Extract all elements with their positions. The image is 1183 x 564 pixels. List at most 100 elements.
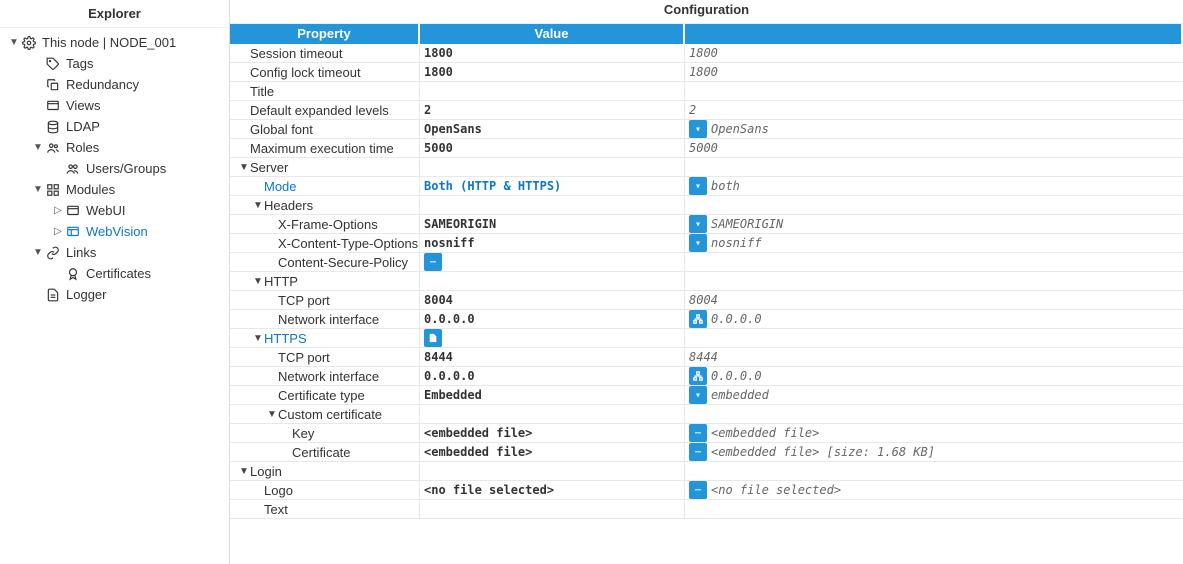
property-row[interactable]: Logo <no file selected> ⋯<no file select… [230,481,1183,500]
dropdown-icon[interactable]: ▾ [689,386,707,404]
copy-icon [44,78,62,92]
chevron-right-icon: ▷ [52,205,64,216]
property-row[interactable]: Certificate <embedded file> ⋯<embedded f… [230,443,1183,462]
property-default: 0.0.0.0 [711,369,762,383]
property-row[interactable]: X-Frame-Options SAMEORIGIN ▾ SAMEORIGIN [230,215,1183,234]
tree-item-webvision[interactable]: ▷ WebVision [0,221,229,242]
property-row[interactable]: TCP port 8444 8444 [230,348,1183,367]
chevron-down-icon: ▼ [32,142,44,153]
tree-item-label: Modules [66,182,115,197]
property-label: Mode [264,179,297,194]
property-row[interactable]: Session timeout 1800 1800 [230,44,1183,63]
dropdown-icon[interactable]: ▾ [689,215,707,233]
chevron-down-icon: ▼ [32,184,44,195]
network-icon[interactable] [689,310,707,328]
tree-item-logger[interactable]: Logger [0,284,229,305]
more-icon[interactable]: ⋯ [689,443,707,461]
property-row[interactable]: Text [230,500,1183,519]
dropdown-icon[interactable]: ▾ [689,120,707,138]
property-default: OpenSans [711,122,769,136]
property-label: Config lock timeout [250,65,361,80]
tree-item-label: Roles [66,140,99,155]
property-value[interactable]: <no file selected> [424,483,554,497]
property-label: Login [250,464,282,479]
more-icon[interactable]: ⋯ [689,481,707,499]
property-row[interactable]: X-Content-Type-Options nosniff ▾nosniff [230,234,1183,253]
tree-item-views[interactable]: Views [0,95,229,116]
property-row[interactable]: Mode Both (HTTP & HTTPS) ▾both [230,177,1183,196]
property-value[interactable]: 1800 [424,65,453,79]
chevron-down-icon: ▼ [252,333,264,344]
property-value[interactable]: nosniff [424,236,475,250]
file-icon[interactable] [424,329,442,347]
property-value[interactable]: 5000 [424,141,453,155]
property-value[interactable]: OpenSans [424,122,482,136]
property-value[interactable]: 8444 [424,350,453,364]
property-value[interactable]: <embedded file> [424,445,532,459]
property-group-server[interactable]: ▼Server [230,158,1183,177]
property-row[interactable]: Network interface 0.0.0.0 0.0.0.0 [230,367,1183,386]
certificate-icon [64,267,82,281]
property-row[interactable]: Config lock timeout 1800 1800 [230,63,1183,82]
property-default: SAMEORIGIN [711,217,783,231]
tree-item-label: WebVision [86,224,148,239]
property-default: 2 [689,103,696,117]
property-row[interactable]: Maximum execution time 5000 5000 [230,139,1183,158]
column-header-property[interactable]: Property [230,24,420,44]
property-group-headers[interactable]: ▼Headers [230,196,1183,215]
property-row[interactable]: Default expanded levels 2 2 [230,101,1183,120]
tree-item-tags[interactable]: Tags [0,53,229,74]
property-group-custom-cert[interactable]: ▼Custom certificate [230,405,1183,424]
property-group-login[interactable]: ▼Login [230,462,1183,481]
property-row[interactable]: Certificate type Embedded ▾embedded [230,386,1183,405]
property-value[interactable]: 2 [424,103,431,117]
property-group-https[interactable]: ▼HTTPS [230,329,1183,348]
property-row[interactable]: Global font OpenSans ▾OpenSans [230,120,1183,139]
tree-item-redundancy[interactable]: Redundancy [0,74,229,95]
property-row[interactable]: Title [230,82,1183,101]
more-icon[interactable]: ⋯ [424,253,442,271]
chevron-down-icon: ▼ [252,276,264,287]
property-value[interactable]: <embedded file> [424,426,532,440]
property-row[interactable]: Network interface 0.0.0.0 0.0.0.0 [230,310,1183,329]
dropdown-icon[interactable]: ▾ [689,177,707,195]
property-value[interactable]: Both (HTTP & HTTPS) [424,179,561,193]
tree-item-label: Redundancy [66,77,139,92]
dropdown-icon[interactable]: ▾ [689,234,707,252]
property-row[interactable]: Content-Secure-Policy ⋯ [230,253,1183,272]
property-value[interactable]: 0.0.0.0 [424,312,475,326]
tree-item-users-groups[interactable]: Users/Groups [0,158,229,179]
property-group-http[interactable]: ▼HTTP [230,272,1183,291]
tree-node-label: This node | NODE_001 [42,35,176,50]
property-label: X-Content-Type-Options [278,236,418,251]
property-value[interactable]: 1800 [424,46,453,60]
tag-icon [44,57,62,71]
tree-item-ldap[interactable]: LDAP [0,116,229,137]
tree-item-webui[interactable]: ▷ WebUI [0,200,229,221]
property-default: 1800 [689,65,718,79]
property-label: X-Frame-Options [278,217,378,232]
tree-item-roles[interactable]: ▼ Roles [0,137,229,158]
column-header-default[interactable] [685,24,1183,44]
property-row[interactable]: Key <embedded file> ⋯<embedded file> [230,424,1183,443]
column-header-value[interactable]: Value [420,24,685,44]
property-label: Server [250,160,288,175]
tree-node-root[interactable]: ▼ This node | NODE_001 [0,32,229,53]
property-label: Network interface [278,369,379,384]
explorer-tree: ▼ This node | NODE_001 Tags Redundancy V… [0,28,229,309]
property-value[interactable]: Embedded [424,388,482,402]
tree-item-label: Logger [66,287,106,302]
tree-item-modules[interactable]: ▼ Modules [0,179,229,200]
property-value[interactable]: 8004 [424,293,453,307]
property-label: Key [292,426,314,441]
network-icon[interactable] [689,367,707,385]
property-value[interactable]: SAMEORIGIN [424,217,496,231]
tree-item-links[interactable]: ▼ Links [0,242,229,263]
property-value[interactable]: 0.0.0.0 [424,369,475,383]
tree-item-label: Links [66,245,96,260]
more-icon[interactable]: ⋯ [689,424,707,442]
tree-item-label: Views [66,98,100,113]
tree-item-certificates[interactable]: Certificates [0,263,229,284]
property-row[interactable]: TCP port 8004 8004 [230,291,1183,310]
window-icon [64,225,82,239]
